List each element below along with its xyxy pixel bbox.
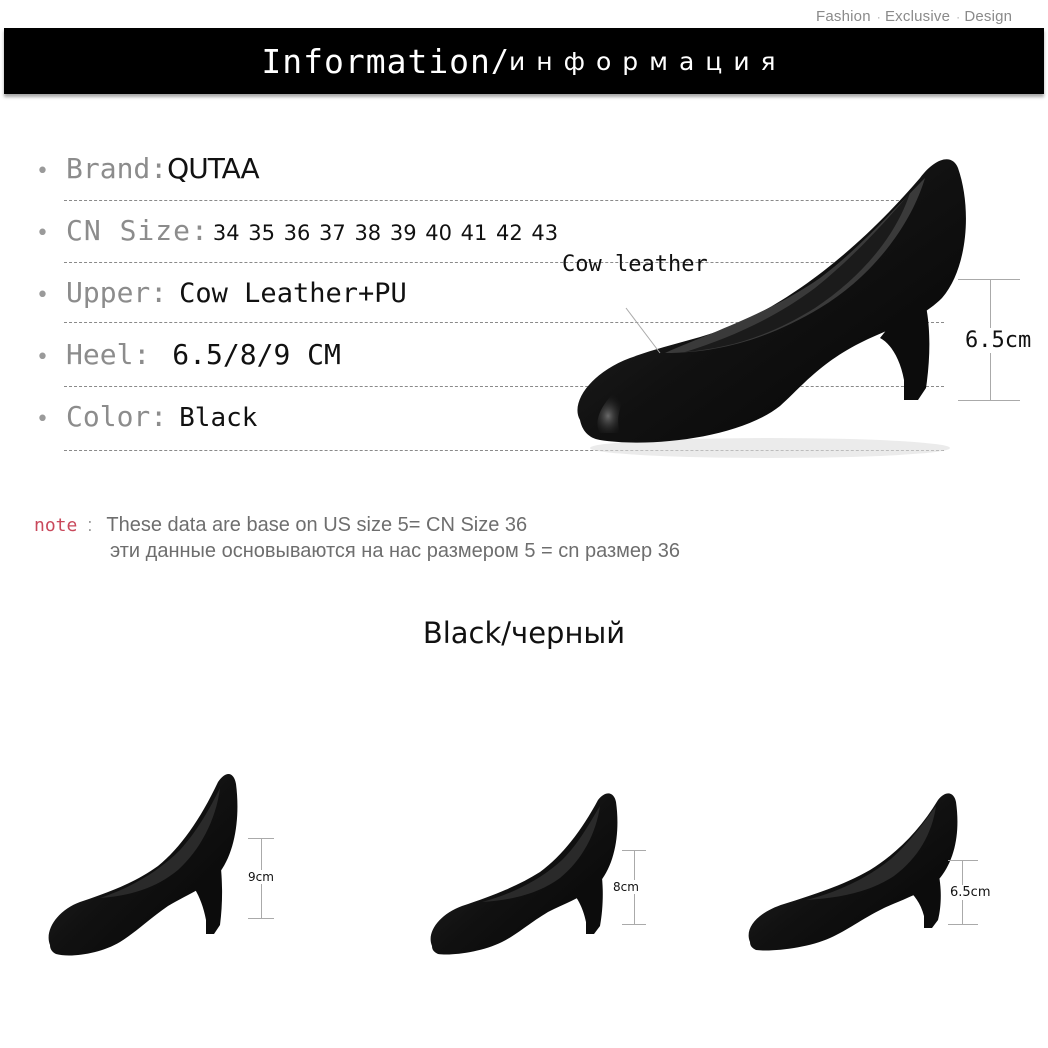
spec-brand: • Brand: QUTAA bbox=[36, 152, 260, 192]
color-title: Black/черный bbox=[422, 616, 626, 650]
note-text-en: These data are base on US size 5= CN Siz… bbox=[106, 514, 528, 536]
spec-value: Cow Leather+PU bbox=[179, 278, 407, 309]
tagline-exclusive: Exclusive bbox=[884, 8, 951, 25]
note-key: note bbox=[34, 515, 78, 536]
bullet-icon: • bbox=[36, 283, 49, 308]
spec-label: Color: bbox=[66, 400, 168, 433]
size-note: note: These data are base on US size 5= C… bbox=[34, 514, 527, 537]
spec-value: QUTAA bbox=[167, 152, 260, 185]
bullet-icon: • bbox=[36, 221, 49, 246]
bullet-icon: • bbox=[36, 407, 49, 432]
spec-size: • CN Size: 34 35 36 37 38 39 40 41 42 43 bbox=[36, 214, 558, 254]
title-russian: информация bbox=[508, 46, 787, 76]
spec-heel: • Heel: 6.5/8/9 CM bbox=[36, 338, 341, 378]
spec-label: Brand: bbox=[66, 152, 168, 185]
bullet-icon: • bbox=[36, 345, 49, 370]
variant-heel-label: 9cm bbox=[248, 870, 274, 884]
variant-heel-label: 8cm bbox=[613, 880, 639, 894]
variant-shoe-6-5cm bbox=[748, 793, 958, 951]
note-text-ru: эти данные основываются на нас размером … bbox=[110, 540, 680, 562]
variant-shoe-8cm bbox=[430, 793, 618, 955]
tagline: Fashion · Exclusive · Design bbox=[816, 8, 1013, 25]
material-label: Cow leather bbox=[562, 252, 708, 277]
spec-value: 34 35 36 37 38 39 40 41 42 43 bbox=[212, 221, 559, 245]
main-shoe-image bbox=[577, 159, 966, 458]
spec-value: 6.5/8/9 CM bbox=[172, 338, 341, 371]
spec-label: CN Size: bbox=[66, 214, 209, 247]
measure-tick bbox=[958, 400, 1020, 401]
measure-tick bbox=[248, 918, 274, 919]
title-banner: Information / информация bbox=[4, 28, 1044, 94]
variant-shoe-9cm bbox=[48, 773, 238, 956]
spec-label: Upper: bbox=[66, 276, 168, 309]
banner-title: Information / информация bbox=[4, 28, 1044, 94]
measure-tick bbox=[622, 924, 646, 925]
spec-upper: • Upper: Cow Leather+PU bbox=[36, 276, 407, 316]
variant-heel-label: 6.5cm bbox=[950, 885, 991, 900]
title-english: Information bbox=[261, 41, 491, 81]
tagline-fashion: Fashion bbox=[816, 8, 871, 25]
spec-color: • Color: Black bbox=[36, 400, 257, 440]
tagline-design: Design bbox=[964, 8, 1013, 25]
spec-label: Heel: bbox=[66, 338, 151, 371]
measure-tick bbox=[958, 279, 1020, 280]
measure-tick bbox=[948, 860, 978, 861]
spec-value: Black bbox=[179, 403, 258, 433]
title-separator: / bbox=[490, 43, 509, 79]
bullet-icon: • bbox=[36, 159, 49, 184]
note-colon: : bbox=[87, 515, 93, 535]
heel-height-label: 6.5cm bbox=[965, 328, 1032, 353]
measure-tick bbox=[948, 924, 978, 925]
